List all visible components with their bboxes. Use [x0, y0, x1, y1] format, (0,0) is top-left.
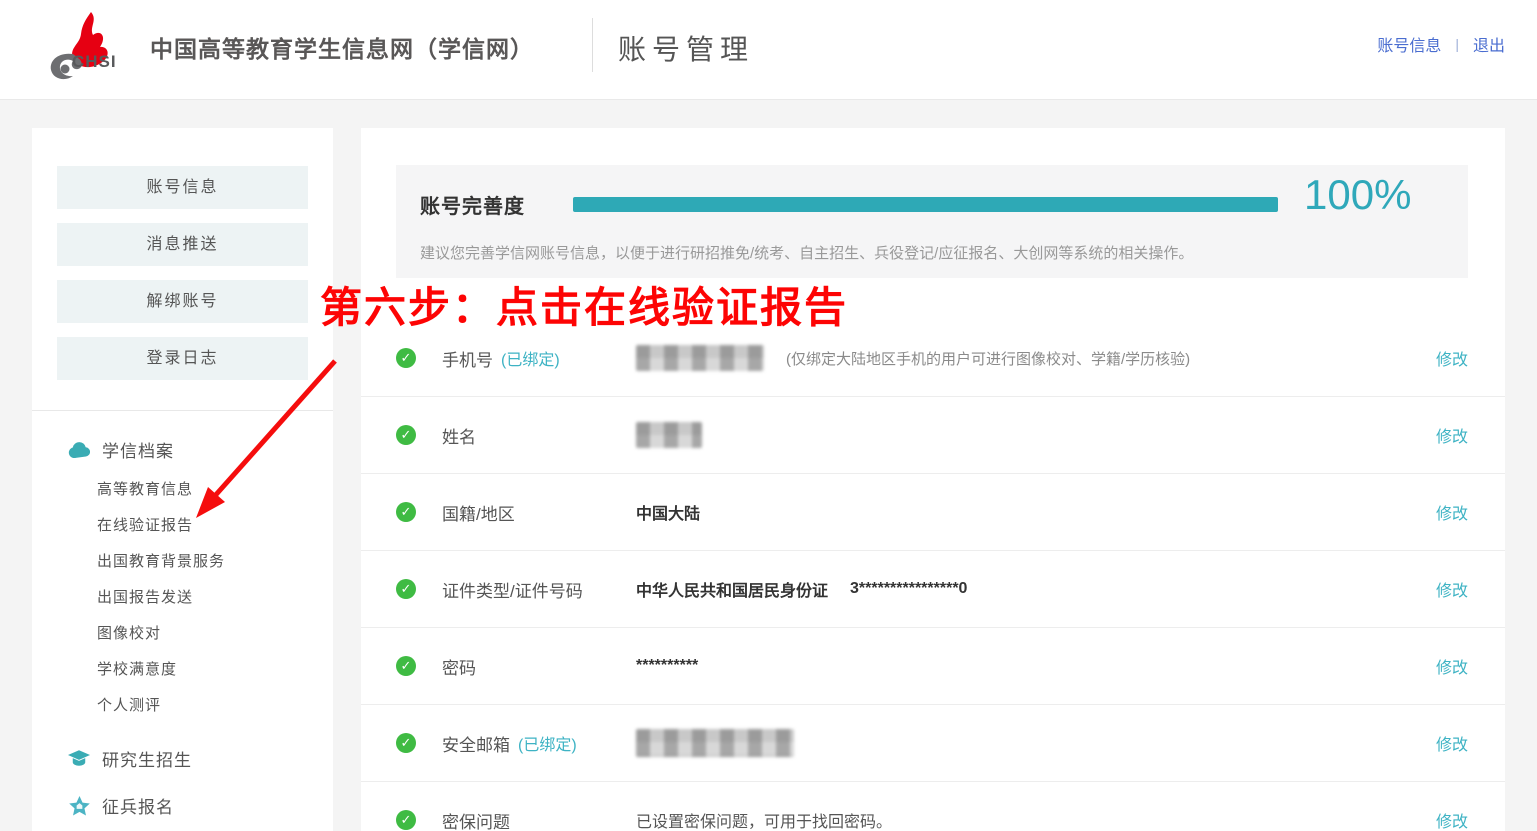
check-icon: ✓ — [396, 579, 416, 599]
row-label: 手机号 — [442, 346, 493, 371]
sidebar-archive-items: 高等教育信息 在线验证报告 出国教育背景服务 出国报告发送 图像校对 学校满意度… — [32, 472, 333, 724]
header-divider — [592, 18, 593, 72]
table-row-nationality: ✓ 国籍/地区 中国大陆 修改 — [361, 474, 1505, 551]
completeness-title: 账号完善度 — [420, 190, 525, 219]
sidebar-item-abroad-report-send[interactable]: 出国报告发送 — [97, 580, 333, 616]
nav-account-info-link[interactable]: 账号信息 — [1377, 32, 1441, 56]
chsi-flame-icon — [35, 8, 135, 92]
check-icon: ✓ — [396, 733, 416, 753]
main-content: 账号完善度 100% 建议您完善学信网账号信息，以便于进行研招推免/统考、自主招… — [361, 128, 1505, 831]
account-completeness-panel: 账号完善度 100% 建议您完善学信网账号信息，以便于进行研招推免/统考、自主招… — [396, 165, 1468, 278]
modify-link[interactable]: 修改 — [1436, 500, 1468, 524]
cloud-icon — [68, 440, 90, 460]
id-number-value: 3****************0 — [850, 580, 967, 598]
check-icon: ✓ — [396, 810, 416, 830]
header-nav: 账号信息 | 退出 — [1377, 32, 1505, 56]
modify-link[interactable]: 修改 — [1436, 808, 1468, 831]
sidebar-divider — [32, 410, 333, 411]
row-label: 国籍/地区 — [442, 500, 515, 525]
chsi-logo[interactable]: CHSI — [35, 8, 135, 92]
blurred-email-value — [636, 729, 794, 757]
bound-status-tag: (已绑定) — [518, 731, 577, 755]
row-label: 证件类型/证件号码 — [442, 577, 583, 602]
sidebar-section-label: 征兵报名 — [102, 793, 174, 818]
sidebar-item-message-push[interactable]: 消息推送 — [57, 223, 308, 266]
progress-fill — [573, 197, 1278, 212]
account-fields-list: ✓ 手机号 (已绑定) (仅绑定大陆地区手机的用户可进行图像校对、学籍/学历核验… — [361, 320, 1505, 831]
id-type-value: 中华人民共和国居民身份证 — [636, 577, 828, 601]
page-title: 账号管理 — [618, 28, 754, 68]
sidebar-item-image-proofread[interactable]: 图像校对 — [97, 616, 333, 652]
sidebar-item-online-verification-report[interactable]: 在线验证报告 — [97, 508, 333, 544]
site-name: 中国高等教育学生信息网（学信网） — [150, 30, 534, 64]
modify-link[interactable]: 修改 — [1436, 731, 1468, 755]
sidebar-section-label: 研究生招生 — [102, 746, 192, 771]
password-masked-value: ********** — [636, 657, 698, 675]
sidebar-item-abroad-background-service[interactable]: 出国教育背景服务 — [97, 544, 333, 580]
page: CHSI 中国高等教育学生信息网（学信网） 账号管理 账号信息 | 退出 账号信… — [0, 0, 1537, 831]
annotation-step-text: 第六步：点击在线验证报告 — [320, 274, 848, 335]
sidebar-section-xuexin-archive[interactable]: 学信档案 — [32, 437, 333, 462]
sidebar-item-login-log[interactable]: 登录日志 — [57, 337, 308, 380]
modify-link[interactable]: 修改 — [1436, 654, 1468, 678]
chsi-logo-text: CHSI — [72, 52, 117, 72]
sidebar-section-graduate-admission[interactable]: 研究生招生 — [32, 746, 333, 771]
check-icon: ✓ — [396, 425, 416, 445]
header: CHSI 中国高等教育学生信息网（学信网） 账号管理 账号信息 | 退出 — [0, 0, 1537, 100]
bound-status-tag: (已绑定) — [501, 346, 560, 370]
nav-separator: | — [1455, 36, 1459, 52]
blurred-name-value — [636, 422, 702, 448]
sidebar-item-school-satisfaction[interactable]: 学校满意度 — [97, 652, 333, 688]
phone-note: (仅绑定大陆地区手机的用户可进行图像校对、学籍/学历核验) — [786, 348, 1190, 369]
table-row-password: ✓ 密码 ********** 修改 — [361, 628, 1505, 705]
check-icon: ✓ — [396, 348, 416, 368]
table-row-id-document: ✓ 证件类型/证件号码 中华人民共和国居民身份证 3**************… — [361, 551, 1505, 628]
sidebar: 账号信息 消息推送 解绑账号 登录日志 学信档案 高等教育信息 在线验证报告 出… — [32, 128, 333, 831]
table-row-email: ✓ 安全邮箱 (已绑定) 修改 — [361, 705, 1505, 782]
sidebar-section-label: 学信档案 — [102, 437, 174, 462]
sidebar-item-account-info[interactable]: 账号信息 — [57, 166, 308, 209]
security-question-value: 已设置密保问题，可用于找回密码。 — [636, 808, 892, 831]
sidebar-section-conscription[interactable]: 征兵报名 — [32, 793, 333, 818]
row-label: 姓名 — [442, 423, 476, 448]
completeness-percent: 100% — [1304, 171, 1411, 219]
table-row-security-question: ✓ 密保问题 已设置密保问题，可用于找回密码。 修改 — [361, 782, 1505, 831]
graduation-cap-icon — [68, 749, 90, 769]
row-label: 密码 — [442, 654, 476, 679]
row-label: 密保问题 — [442, 808, 510, 831]
check-icon: ✓ — [396, 656, 416, 676]
row-label: 安全邮箱 — [442, 731, 510, 756]
completeness-description: 建议您完善学信网账号信息，以便于进行研招推免/统考、自主招生、兵役登记/应征报名… — [420, 242, 1193, 263]
modify-link[interactable]: 修改 — [1436, 423, 1468, 447]
check-icon: ✓ — [396, 502, 416, 522]
modify-link[interactable]: 修改 — [1436, 346, 1468, 370]
sidebar-buttons: 账号信息 消息推送 解绑账号 登录日志 — [32, 128, 333, 380]
completeness-progress-bar — [573, 197, 1278, 212]
sidebar-item-higher-edu-info[interactable]: 高等教育信息 — [97, 472, 333, 508]
table-row-name: ✓ 姓名 修改 — [361, 397, 1505, 474]
blurred-phone-value — [636, 345, 764, 371]
modify-link[interactable]: 修改 — [1436, 577, 1468, 601]
nationality-value: 中国大陆 — [636, 500, 700, 524]
sidebar-item-unbind-account[interactable]: 解绑账号 — [57, 280, 308, 323]
nav-logout-link[interactable]: 退出 — [1473, 32, 1505, 56]
star-icon — [68, 796, 90, 816]
sidebar-item-personal-assessment[interactable]: 个人测评 — [97, 688, 333, 724]
